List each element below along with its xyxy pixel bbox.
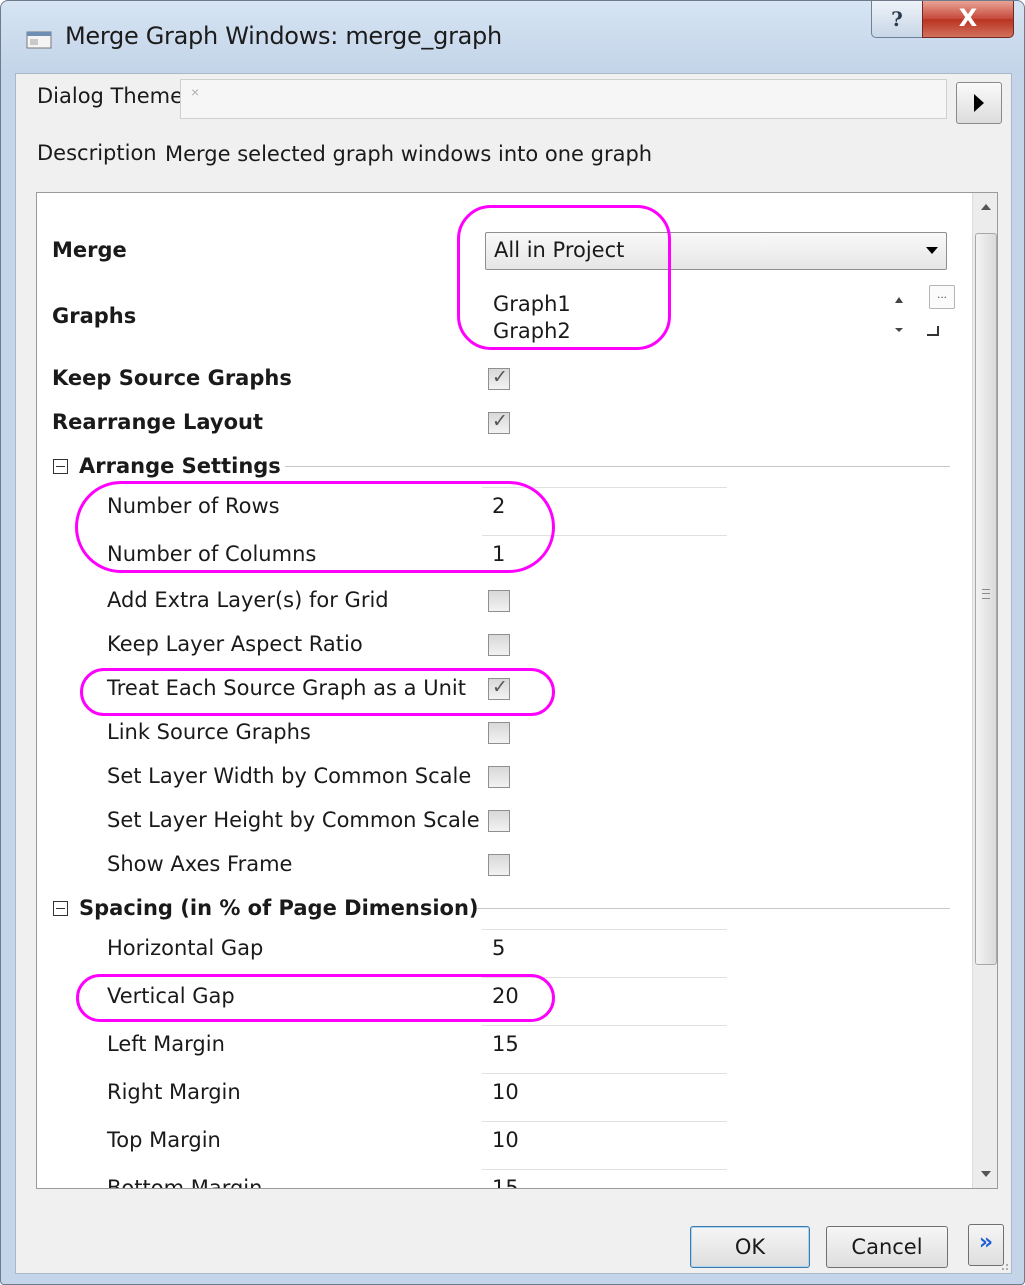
extra-layers-checkbox[interactable] xyxy=(488,590,510,612)
graphs-label: Graphs xyxy=(52,304,137,328)
scroll-down-icon[interactable] xyxy=(973,1162,997,1188)
collapse-spacing-icon[interactable] xyxy=(53,901,68,916)
left-margin-label: Left Margin xyxy=(107,1032,225,1056)
collapse-arrange-icon[interactable] xyxy=(53,459,68,474)
dialog-theme-field[interactable]: × xyxy=(180,79,947,119)
bottom-margin-input[interactable]: 15 xyxy=(492,1176,519,1188)
aspect-ratio-checkbox[interactable] xyxy=(488,634,510,656)
dialog-window: Merge Graph Windows: merge_graph ? X Dia… xyxy=(0,0,1025,1285)
help-button[interactable]: ? xyxy=(871,1,923,38)
dialog-theme-label: Dialog Theme xyxy=(37,84,183,108)
bottom-margin-label: Bottom Margin xyxy=(107,1176,263,1189)
highlight-treat-unit xyxy=(80,668,555,716)
link-source-checkbox[interactable] xyxy=(488,722,510,744)
option-width-scale-label: Set Layer Width by Common Scale xyxy=(107,764,472,788)
app-window-icon xyxy=(26,31,52,49)
settings-panel: Merge All in Project Graphs Graph1 Graph… xyxy=(36,192,998,1189)
left-margin-input[interactable]: 15 xyxy=(492,1032,519,1056)
rearrange-label: Rearrange Layout xyxy=(52,410,264,434)
close-icon: X xyxy=(958,4,978,32)
keep-source-label: Keep Source Graphs xyxy=(52,366,292,390)
field-divider xyxy=(482,1121,727,1122)
chevron-down-icon xyxy=(926,247,938,254)
option-aspect-ratio-label: Keep Layer Aspect Ratio xyxy=(107,632,363,656)
highlight-rows-columns xyxy=(75,481,555,573)
list-down-icon[interactable] xyxy=(895,328,903,332)
option-link-source-label: Link Source Graphs xyxy=(107,720,311,744)
merge-label: Merge xyxy=(52,238,127,262)
theme-menu-button[interactable] xyxy=(956,82,1002,124)
spacing-section-title: Spacing (in % of Page Dimension) xyxy=(79,896,479,920)
close-button[interactable]: X xyxy=(922,1,1014,38)
rearrange-checkbox[interactable] xyxy=(488,410,510,434)
horizontal-gap-label: Horizontal Gap xyxy=(107,936,264,960)
field-divider xyxy=(482,1169,727,1170)
arrow-right-icon xyxy=(974,94,984,112)
right-margin-input[interactable]: 10 xyxy=(492,1080,519,1104)
dialog-client-area: Dialog Theme × Description Merge selecte… xyxy=(15,73,1012,1274)
top-margin-label: Top Margin xyxy=(107,1128,221,1152)
horizontal-gap-input[interactable]: 5 xyxy=(492,936,505,960)
height-scale-checkbox[interactable] xyxy=(488,810,510,832)
field-divider xyxy=(482,1073,727,1074)
graphs-browse-button[interactable]: ... xyxy=(929,285,955,309)
width-scale-checkbox[interactable] xyxy=(488,766,510,788)
resize-grip-icon[interactable] xyxy=(997,1259,1009,1271)
highlight-vertical-gap xyxy=(76,974,555,1022)
option-extra-layers-label: Add Extra Layer(s) for Grid xyxy=(107,588,389,612)
description-label: Description xyxy=(37,141,157,165)
axes-frame-checkbox[interactable] xyxy=(488,854,510,876)
list-up-icon[interactable] xyxy=(895,297,903,303)
grip-icon xyxy=(982,589,990,599)
option-axes-frame-label: Show Axes Frame xyxy=(107,852,293,876)
vertical-scrollbar[interactable] xyxy=(972,193,997,1188)
theme-clear-icon: × xyxy=(191,84,200,100)
window-title: Merge Graph Windows: merge_graph xyxy=(65,22,502,50)
right-margin-label: Right Margin xyxy=(107,1080,241,1104)
keep-source-checkbox[interactable] xyxy=(488,366,510,390)
top-margin-input[interactable]: 10 xyxy=(492,1128,519,1152)
ok-button[interactable]: OK xyxy=(690,1226,810,1268)
arrange-section-title: Arrange Settings xyxy=(79,454,281,478)
option-height-scale-label: Set Layer Height by Common Scale xyxy=(107,808,480,832)
section-divider xyxy=(285,466,950,467)
graphs-dropdown-icon[interactable] xyxy=(921,320,943,342)
title-bar[interactable]: Merge Graph Windows: merge_graph ? X xyxy=(1,1,1024,73)
double-chevron-right-icon: » xyxy=(978,1230,994,1255)
field-divider xyxy=(482,1025,727,1026)
description-text: Merge selected graph windows into one gr… xyxy=(165,142,653,166)
cancel-button[interactable]: Cancel xyxy=(826,1226,948,1268)
highlight-merge-graphs xyxy=(457,205,671,350)
scroll-up-icon[interactable] xyxy=(973,193,997,219)
field-divider xyxy=(482,929,727,930)
section-divider xyxy=(477,908,950,909)
scrollbar-thumb[interactable] xyxy=(975,233,997,965)
